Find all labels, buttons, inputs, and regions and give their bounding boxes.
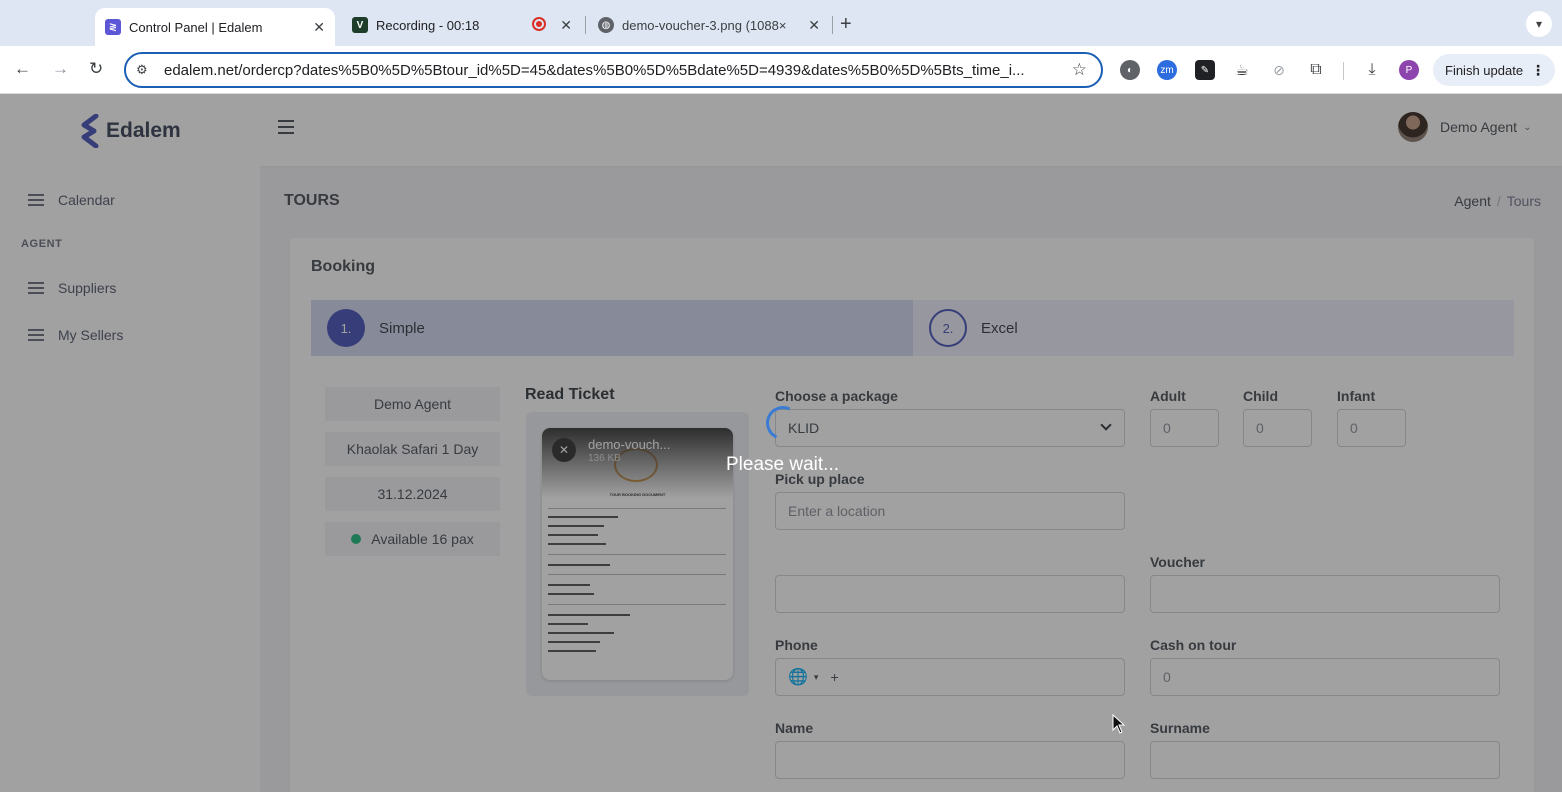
loading-message: Please wait... xyxy=(726,454,839,475)
profile-initial: P xyxy=(1405,64,1413,76)
download-icon[interactable]: ⤓ xyxy=(1362,60,1382,80)
recording-favicon-icon: V xyxy=(352,17,368,33)
back-arrow-icon[interactable]: ← xyxy=(14,59,31,79)
address-bar[interactable]: ⚙ edalem.net/ordercp?dates%5B0%5D%5Btour… xyxy=(124,52,1103,88)
browser-tab-strip: ≷ Control Panel | Edalem ✕ V Recording -… xyxy=(0,0,1562,46)
extension-cup-icon[interactable]: ☕ xyxy=(1232,60,1252,80)
mouse-cursor-icon xyxy=(1112,714,1126,734)
tab-control-panel[interactable]: ≷ Control Panel | Edalem ✕ xyxy=(95,8,335,46)
tab-search-chevron-icon[interactable]: ▾ xyxy=(1526,11,1552,37)
globe-icon: ◍ xyxy=(598,17,614,33)
close-tab-icon[interactable]: ✕ xyxy=(313,19,325,36)
toolbar-divider xyxy=(1343,62,1344,80)
close-tab-icon[interactable]: ✕ xyxy=(808,17,820,34)
close-tab-icon[interactable]: ✕ xyxy=(560,17,572,34)
tab-divider xyxy=(585,16,586,34)
finish-update-label: Finish update xyxy=(1445,62,1524,78)
bookmark-star-icon[interactable]: ☆ xyxy=(1072,60,1087,80)
ext-zm-label: zm xyxy=(1160,64,1174,76)
tab-title: Recording - 00:18 xyxy=(376,17,480,33)
edalem-favicon-icon: ≷ xyxy=(105,19,121,35)
profile-avatar[interactable]: P xyxy=(1399,60,1419,80)
extension-zm-icon[interactable]: zm xyxy=(1157,60,1177,80)
record-indicator-icon xyxy=(532,17,546,31)
tab-divider xyxy=(832,16,833,34)
extensions-puzzle-icon[interactable]: ⧉ xyxy=(1306,60,1326,80)
extension-pen-icon[interactable]: ✎ xyxy=(1195,60,1215,80)
new-tab-icon[interactable]: + xyxy=(840,13,852,36)
extension-lens-icon[interactable]: ◐ xyxy=(1120,60,1140,80)
browser-toolbar: ← → ↻ ⚙ edalem.net/ordercp?dates%5B0%5D%… xyxy=(0,46,1562,94)
more-menu-icon[interactable]: ⋮ xyxy=(1531,62,1545,79)
reload-icon[interactable]: ↻ xyxy=(89,59,103,79)
finish-update-button[interactable]: Finish update ⋮ xyxy=(1433,54,1555,86)
tab-recording[interactable]: V Recording - 00:18 ✕ xyxy=(342,8,582,42)
site-settings-icon[interactable]: ⚙ xyxy=(136,62,152,78)
tab-title: demo-voucher-3.png (1088× xyxy=(622,17,787,33)
url-text[interactable]: edalem.net/ordercp?dates%5B0%5D%5Btour_i… xyxy=(164,62,1054,79)
forward-arrow-icon[interactable]: → xyxy=(52,59,69,79)
screen: ≷ Control Panel | Edalem ✕ V Recording -… xyxy=(0,0,1562,792)
tab-demo-voucher[interactable]: ◍ demo-voucher-3.png (1088× ✕ xyxy=(588,8,830,42)
extension-compass-icon[interactable]: ⊘ xyxy=(1269,60,1289,80)
loading-overlay xyxy=(0,94,1562,792)
tab-title: Control Panel | Edalem xyxy=(129,19,263,35)
